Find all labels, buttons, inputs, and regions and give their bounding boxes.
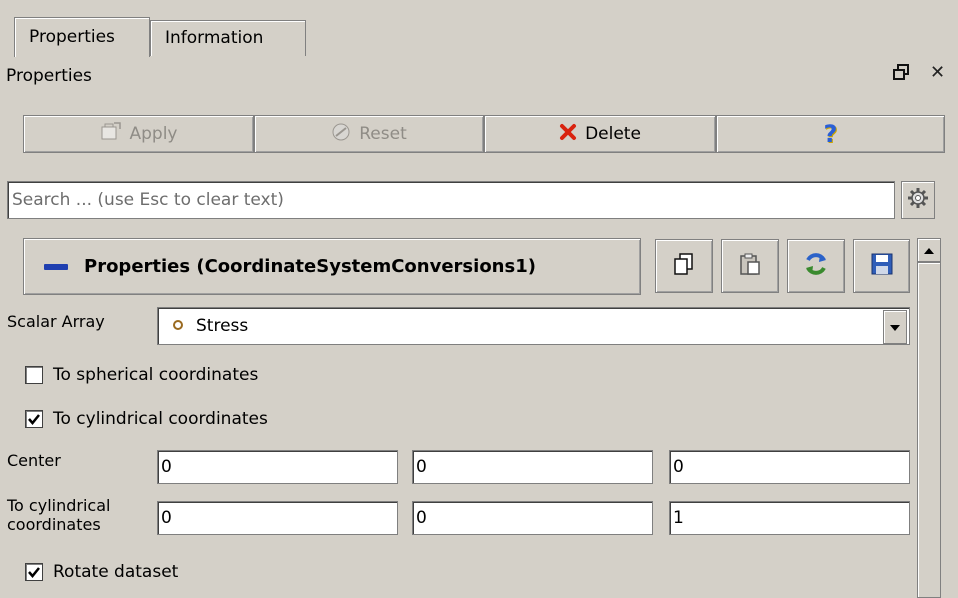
cylindrical-label: To cylindrical coordinates — [53, 409, 268, 429]
copy-button[interactable] — [655, 239, 713, 293]
axis-z-input[interactable] — [669, 501, 910, 535]
section-title: Properties (CoordinateSystemConversions1… — [84, 256, 536, 277]
scrollbar-thumb[interactable] — [917, 262, 941, 598]
tab-bar: Properties Information — [0, 0, 958, 57]
center-y-input[interactable] — [412, 450, 653, 484]
scroll-up-button[interactable] — [917, 238, 941, 262]
dropdown-button[interactable] — [883, 310, 907, 344]
axis-label-line2: coordinates — [7, 515, 101, 534]
apply-icon — [100, 121, 122, 147]
center-x-input[interactable] — [157, 450, 398, 484]
search-input[interactable] — [7, 181, 895, 219]
scalar-array-value: Stress — [196, 316, 249, 336]
save-defaults-button[interactable] — [853, 239, 910, 293]
spherical-label: To spherical coordinates — [53, 365, 259, 385]
apply-label: Apply — [129, 124, 178, 144]
collapse-icon — [44, 263, 68, 270]
center-label: Center — [7, 451, 61, 470]
tab-properties[interactable]: Properties — [14, 17, 150, 57]
close-icon[interactable]: ✕ — [930, 62, 945, 83]
tab-properties-label: Properties — [29, 27, 115, 47]
help-button[interactable]: ? — [716, 115, 945, 153]
gear-icon — [907, 187, 929, 214]
reset-icon — [331, 122, 351, 147]
chevron-down-icon — [889, 317, 901, 337]
axis-label-line1: To cylindrical — [7, 496, 111, 515]
reset-button[interactable]: Reset — [254, 115, 484, 153]
cylindrical-checkbox[interactable] — [25, 410, 43, 428]
scalar-array-select[interactable]: Stress — [157, 307, 910, 345]
paste-icon — [738, 252, 762, 281]
cylindrical-option[interactable]: To cylindrical coordinates — [25, 409, 268, 429]
apply-button[interactable]: Apply — [23, 115, 254, 153]
axis-label: To cylindrical coordinates — [7, 496, 110, 534]
panel-title: Properties — [6, 66, 92, 86]
reset-label: Reset — [359, 124, 407, 144]
scalar-array-label: Scalar Array — [7, 312, 105, 331]
point-data-icon — [172, 316, 184, 336]
tab-information-label: Information — [165, 28, 264, 48]
save-icon — [870, 252, 894, 281]
help-icon: ? — [823, 120, 838, 148]
axis-x-input[interactable] — [157, 501, 398, 535]
spherical-checkbox[interactable] — [25, 366, 43, 384]
properties-section-header[interactable]: Properties (CoordinateSystemConversions1… — [23, 238, 641, 295]
paste-button[interactable] — [721, 239, 779, 293]
tab-information[interactable]: Information — [150, 20, 306, 56]
delete-icon — [559, 123, 577, 146]
float-icon[interactable] — [893, 64, 909, 85]
delete-label: Delete — [585, 124, 641, 144]
rotate-option[interactable]: Rotate dataset — [25, 562, 178, 582]
arrow-up-icon — [923, 240, 935, 260]
rotate-label: Rotate dataset — [53, 562, 179, 582]
advanced-settings-button[interactable] — [901, 181, 935, 219]
copy-icon — [672, 252, 696, 281]
spherical-option[interactable]: To spherical coordinates — [25, 365, 258, 385]
refresh-icon — [803, 251, 829, 282]
center-z-input[interactable] — [669, 450, 910, 484]
restore-defaults-button[interactable] — [787, 239, 845, 293]
delete-button[interactable]: Delete — [484, 115, 716, 153]
rotate-checkbox[interactable] — [25, 563, 43, 581]
axis-y-input[interactable] — [412, 501, 653, 535]
